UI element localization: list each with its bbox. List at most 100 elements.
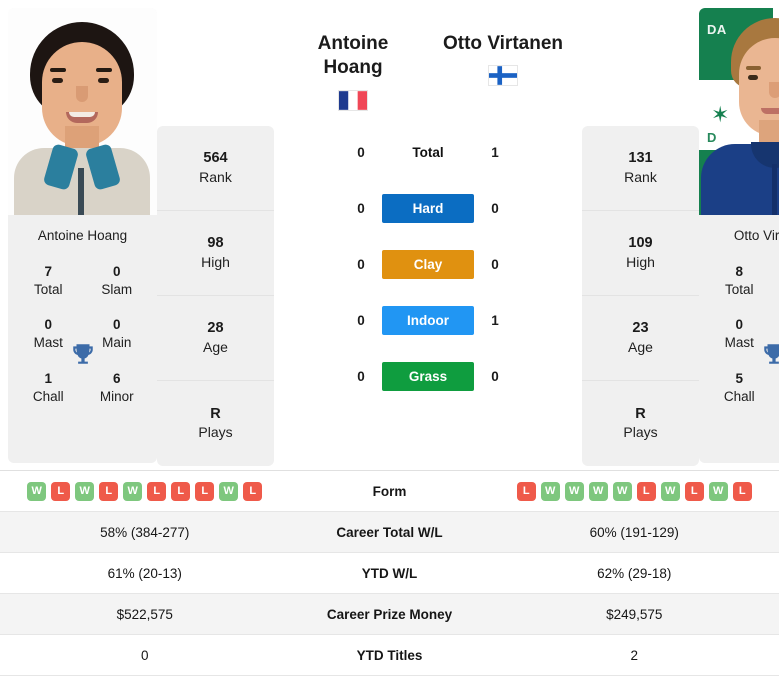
form-badge-win: W <box>27 481 47 501</box>
form-badge-loss: L <box>243 481 263 501</box>
title-label: Total <box>33 281 63 297</box>
stat-value: 109 <box>628 235 653 252</box>
title-stat: 8 Total <box>705 255 774 308</box>
table-row-form: WLWLWLLLWL Form LWWWWLWLWL <box>0 471 779 512</box>
table-row-career-total-wl: 58% (384-277) Career Total W/L 60% (191-… <box>0 512 779 553</box>
h2h-surface-clay[interactable]: Clay <box>382 250 474 280</box>
title-value: 6 <box>112 370 121 386</box>
title-stat: 7 Total <box>14 255 83 308</box>
title-value: 0 <box>112 264 121 279</box>
h2h-right-count: 0 <box>491 257 499 273</box>
form-right: LWWWWLWLWL <box>490 481 779 501</box>
stat-age-right: 23 Age <box>582 296 699 381</box>
row-label-form: Form <box>372 483 407 499</box>
form-badge-win: W <box>75 481 95 501</box>
player-last-name-left: Hoang <box>323 57 383 79</box>
h2h-left-count: 0 <box>357 313 365 329</box>
title-label: Slam <box>101 281 133 297</box>
player-photo-right: ✶ ✶ DA D D D <box>699 8 779 215</box>
player-comparison-page: Antoine Hoang 7 Total 0 Slam 0 Mast 0 Ma… <box>0 0 779 699</box>
stat-rank-left: 564 Rank <box>157 126 274 211</box>
row-label: Career Total W/L <box>336 524 443 540</box>
stat-label: Age <box>203 338 228 355</box>
value-left: 58% (384-277) <box>100 524 190 540</box>
row-label: Career Prize Money <box>326 606 453 622</box>
title-label: Total <box>724 281 754 297</box>
comparison-header: Antoine Hoang 7 Total 0 Slam 0 Mast 0 Ma… <box>0 0 779 470</box>
stat-value: 131 <box>628 150 653 167</box>
value-left: 0 <box>140 647 149 663</box>
row-label: YTD W/L <box>361 565 418 581</box>
stat-high-right: 109 High <box>582 211 699 296</box>
table-row-ytd-titles: 0 YTD Titles 2 <box>0 635 779 676</box>
stat-value: 564 <box>203 150 228 167</box>
stat-value: 28 <box>207 320 224 337</box>
stat-label: Plays <box>623 424 658 441</box>
title-stat: 6 Minor <box>83 362 152 415</box>
form-badge-loss: L <box>171 481 191 501</box>
head-to-head-column: Antoine Hoang Otto Virtanen 0 Total 1 0 … <box>274 8 582 405</box>
stat-high-left: 98 High <box>157 211 274 296</box>
h2h-surface-indoor[interactable]: Indoor <box>382 306 474 336</box>
h2h-surface-label: Total <box>412 145 444 161</box>
h2h-left-count: 0 <box>357 201 365 217</box>
form-badge-loss: L <box>147 481 167 501</box>
player-full-name-right: Otto Virtanen <box>443 33 563 54</box>
title-label: Main <box>102 335 132 351</box>
title-stat: 0 Mast <box>14 308 83 361</box>
value-right: 60% (191-129) <box>589 524 679 540</box>
stat-age-left: 28 Age <box>157 296 274 381</box>
form-badge-loss: L <box>636 481 656 501</box>
form-badge-loss: L <box>51 481 71 501</box>
stat-value: R <box>635 405 646 422</box>
value-left: 61% (20-13) <box>107 565 182 581</box>
form-left: WLWLWLLLWL <box>0 481 290 501</box>
player-name-left[interactable]: Antoine Hoang <box>278 8 428 111</box>
form-badge-loss: L <box>195 481 215 501</box>
player-name-right[interactable]: Otto Virtanen <box>428 8 578 111</box>
h2h-surface-hard[interactable]: Hard <box>382 194 474 224</box>
stat-label: High <box>626 253 655 270</box>
h2h-right-count: 1 <box>491 145 499 161</box>
stat-value: R <box>210 405 221 422</box>
form-badge-win: W <box>588 481 608 501</box>
row-label: YTD Titles <box>356 647 423 663</box>
stat-stack-left: 564 Rank 98 High 28 Age R Plays <box>157 126 274 466</box>
title-value: 3 <box>774 371 779 388</box>
title-stat: 0 Main <box>83 308 152 361</box>
form-badge-win: W <box>564 481 584 501</box>
form-badge-loss: L <box>684 481 704 501</box>
photo-caption-left: Antoine Hoang <box>37 228 128 243</box>
h2h-surface-grass[interactable]: Grass <box>382 362 474 392</box>
stat-plays-right: R Plays <box>582 381 699 466</box>
h2h-right-count: 0 <box>491 369 499 385</box>
photo-caption-right: Otto Virtanen <box>733 228 779 243</box>
value-right: 62% (29-18) <box>597 565 672 581</box>
player-card-left[interactable]: Antoine Hoang 7 Total 0 Slam 0 Mast 0 Ma… <box>8 8 157 463</box>
form-badge-loss: L <box>99 481 119 501</box>
title-stat: 3 Minor <box>774 362 779 415</box>
form-badge-win: W <box>660 481 680 501</box>
title-stat: 1 Chall <box>14 362 83 415</box>
stat-label: Rank <box>199 168 232 185</box>
title-value: 0 <box>112 317 121 333</box>
title-label: Mast <box>33 335 63 351</box>
form-badge-win: W <box>123 481 143 501</box>
h2h-row-hard: 0 Hard 0 <box>278 181 578 237</box>
title-label: Chall <box>723 388 755 404</box>
h2h-row-indoor: 0 Indoor 1 <box>278 293 578 349</box>
player-card-right[interactable]: ✶ ✶ DA D D D Otto Virtanen <box>699 8 779 463</box>
title-value: 1 <box>44 370 52 386</box>
title-label: Slam <box>774 281 779 299</box>
head-to-head-rows: 0 Total 1 0 Hard 0 0 Clay 0 0 Indoor 1 0… <box>278 125 578 405</box>
form-badge-loss: L <box>516 481 536 501</box>
h2h-row-clay: 0 Clay 0 <box>278 237 578 293</box>
title-stat: 0 Main <box>774 308 779 361</box>
title-value: 8 <box>735 264 743 279</box>
title-label: Minor <box>99 388 134 404</box>
value-left: $522,575 <box>116 606 173 622</box>
form-badge-loss: L <box>732 481 752 501</box>
form-badge-win: W <box>708 481 728 501</box>
title-value: 7 <box>44 264 52 279</box>
comparison-table: WLWLWLLLWL Form LWWWWLWLWL 58% (384-277)… <box>0 470 779 676</box>
